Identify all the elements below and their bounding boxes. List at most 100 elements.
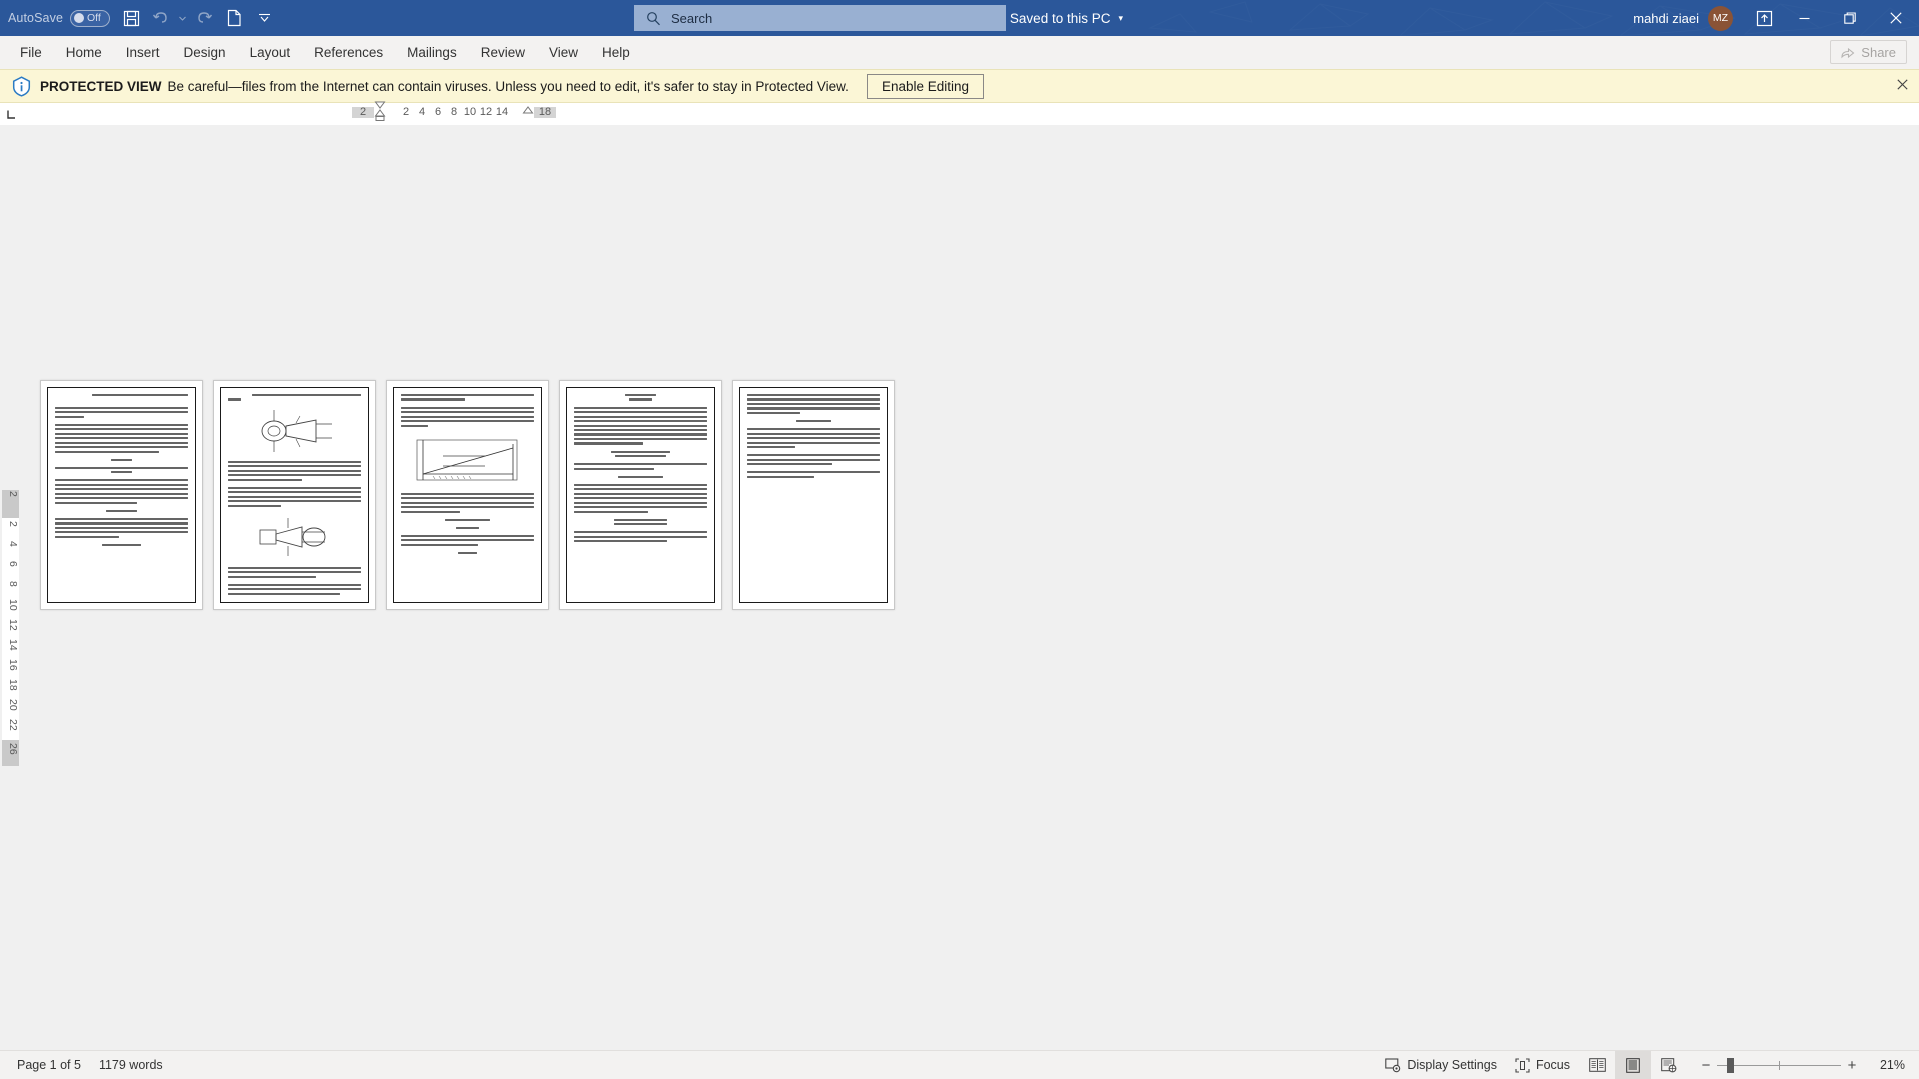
figure-thomson-tube-1 (252, 408, 338, 454)
ruler-left-margin: 2 (352, 106, 374, 118)
share-button[interactable]: Share (1830, 40, 1907, 64)
close-icon (1890, 12, 1902, 24)
figure-thomson-tube-2 (252, 514, 338, 560)
tab-home[interactable]: Home (54, 36, 114, 69)
quick-access-toolbar: AutoSave Off (0, 3, 279, 33)
focus-button[interactable]: Focus (1506, 1051, 1579, 1079)
focus-label: Focus (1535, 1058, 1570, 1072)
zoom-out-button[interactable]: − (1695, 1057, 1717, 1074)
page-thumbnail-3[interactable] (386, 380, 549, 610)
vruler-num-20: 20 (7, 699, 19, 711)
redo-icon (198, 11, 213, 23)
undo-icon (152, 11, 167, 23)
vruler-num-2: 2 (7, 521, 19, 527)
save-icon (123, 10, 139, 26)
horizontal-ruler-row: 2 2 4 6 8 10 12 14 18 (0, 101, 1919, 125)
vertical-ruler[interactable]: 2 2 4 6 8 10 12 14 16 18 20 22 26 (0, 125, 22, 1050)
tab-layout[interactable]: Layout (238, 36, 303, 69)
tab-help[interactable]: Help (590, 36, 642, 69)
new-document-icon (227, 9, 241, 27)
page-status[interactable]: Page 1 of 5 (8, 1051, 90, 1079)
save-button[interactable] (116, 3, 146, 33)
zoom-level[interactable]: 21% (1871, 1058, 1911, 1072)
autosave-toggle-group[interactable]: AutoSave Off (8, 9, 111, 27)
tab-stop-selector[interactable] (0, 103, 22, 125)
page-thumbnail-4[interactable] (559, 380, 722, 610)
page-thumbnail-1[interactable] (40, 380, 203, 610)
word-count[interactable]: 1179 words (90, 1051, 172, 1079)
pages-canvas[interactable] (22, 125, 1919, 1050)
tab-insert[interactable]: Insert (114, 36, 172, 69)
new-document-button[interactable] (219, 3, 249, 33)
vruler-num-4: 4 (7, 541, 19, 547)
autosave-toggle[interactable]: Off (70, 9, 111, 27)
vruler-num-14: 14 (7, 639, 19, 651)
right-indent-marker[interactable] (522, 103, 534, 121)
undo-button[interactable] (146, 3, 176, 33)
redo-button[interactable] (189, 3, 219, 33)
tab-design[interactable]: Design (172, 36, 238, 69)
page-1-content (47, 387, 196, 603)
save-location-chevron-down-icon[interactable]: ▾ (1118, 13, 1123, 24)
zoom-track[interactable] (1717, 1057, 1841, 1073)
web-layout-button[interactable] (1651, 1051, 1687, 1079)
zoom-thumb[interactable] (1727, 1057, 1734, 1073)
ribbon-display-options-button[interactable] (1747, 0, 1781, 36)
read-mode-button[interactable] (1579, 1051, 1615, 1079)
zoom-slider[interactable]: − + (1695, 1057, 1863, 1074)
tab-stop-left-icon (6, 110, 15, 119)
vruler-num-10: 10 (7, 599, 19, 611)
search-placeholder: Search (671, 10, 713, 26)
vruler-num-22: 22 (7, 719, 19, 731)
right-indent-icon (522, 106, 534, 114)
vruler-num-16: 16 (7, 659, 19, 671)
search-bar[interactable]: Search (634, 5, 1006, 31)
ruler-num-12: 12 (479, 106, 493, 118)
save-location-label[interactable]: Saved to this PC (1010, 11, 1111, 26)
close-button[interactable] (1873, 0, 1919, 36)
display-settings-button[interactable]: Display Settings (1376, 1051, 1506, 1079)
protected-view-title: PROTECTED VIEW (40, 78, 162, 94)
document-area: 2 2 4 6 8 10 12 14 16 18 20 22 26 (0, 125, 1919, 1050)
chevron-down-icon (258, 13, 270, 22)
avatar[interactable]: MZ (1708, 5, 1733, 31)
account-name[interactable]: mahdi ziaei (1633, 11, 1699, 26)
ribbon-tab-bar: File Home Insert Design Layout Reference… (0, 36, 1919, 69)
protected-view-close-button[interactable] (1897, 78, 1908, 94)
indent-markers[interactable] (374, 101, 386, 121)
vruler-num-12: 12 (7, 619, 19, 631)
horizontal-ruler[interactable]: 2 2 4 6 8 10 12 14 18 (352, 101, 556, 121)
tab-file[interactable]: File (8, 36, 54, 69)
page-5-content (739, 387, 888, 603)
protected-view-banner: PROTECTED VIEW Be careful—files from the… (0, 69, 1919, 103)
tab-review[interactable]: Review (469, 36, 537, 69)
pages-container (40, 380, 895, 610)
tab-references[interactable]: References (302, 36, 395, 69)
page-thumbnail-5[interactable] (732, 380, 895, 610)
page-thumbnail-2[interactable] (213, 380, 376, 610)
minimize-button[interactable] (1781, 0, 1827, 36)
page-4-content (566, 387, 715, 603)
enable-editing-button[interactable]: Enable Editing (866, 73, 985, 99)
minimize-icon (1799, 17, 1809, 19)
tab-mailings[interactable]: Mailings (395, 36, 469, 69)
protected-view-message: Be careful—files from the Internet can c… (167, 78, 849, 94)
customize-quick-access-toolbar-button[interactable] (249, 3, 279, 33)
ruler-num-8: 8 (450, 106, 458, 118)
title-bar: AutoSave Off Saved to this PC ▾ Search m… (0, 0, 1919, 36)
read-mode-icon (1588, 1058, 1606, 1072)
status-bar-right: Display Settings Focus − + 21% (1376, 1050, 1911, 1079)
restore-button[interactable] (1827, 0, 1873, 36)
print-layout-button[interactable] (1615, 1050, 1651, 1079)
page-3-content (393, 387, 542, 603)
ruler-num-10: 10 (463, 106, 477, 118)
undo-dropdown[interactable] (176, 16, 189, 21)
ruler-left-margin-number: 2 (359, 106, 367, 118)
titlebar-right-group: mahdi ziaei MZ (1633, 0, 1919, 36)
tab-view[interactable]: View (537, 36, 590, 69)
ruler-num-2: 2 (402, 106, 410, 118)
zoom-in-button[interactable]: + (1841, 1057, 1863, 1074)
share-icon (1841, 47, 1855, 58)
display-settings-icon (1385, 1057, 1401, 1072)
vruler-num-6: 6 (7, 561, 19, 567)
